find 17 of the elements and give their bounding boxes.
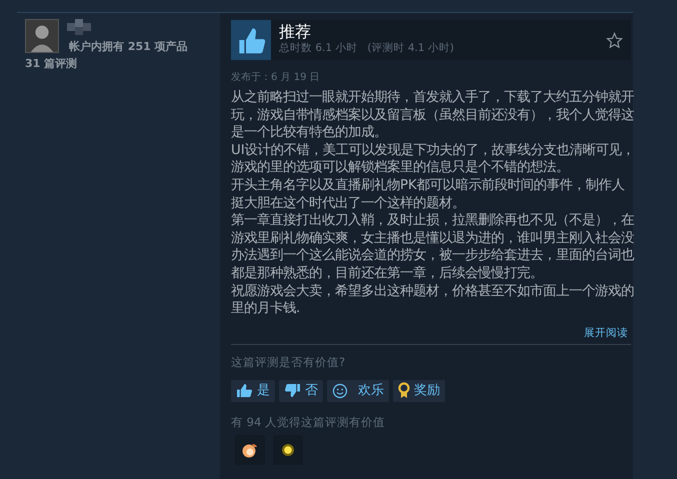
verdict: 推荐 xyxy=(279,23,312,42)
no-button[interactable]: 否 xyxy=(279,380,323,402)
review-count[interactable]: 31 篇评测 xyxy=(25,56,220,72)
review-paragraph: 从之前略扫过一眼就开始期待，首发就入手了，下载了大约五分钟就开玩，游戏自带情感档案以及留言板（虽然目前还没有），我个人觉得这是一个比较有特色的加成。 xyxy=(231,89,635,142)
review-paragraph: 开头主角名字以及直播刷礼物PK都可以暗示前段时间的事件，制作人挺大胆在这个时代出了一个这样的题材。 xyxy=(231,176,626,212)
playtime: 总时数 6.1 小时 (评测时 4.1 小时) xyxy=(279,41,455,56)
yes-button[interactable]: 是 xyxy=(231,380,275,402)
review-paragraph: UI设计的不错，美工可以发现是下功夫的了，故事线分支也清晰可见，游戏的里的选项可以解锁档案里的信息只是个不错的想法。 xyxy=(231,142,635,177)
review-paragraph: 祝愿游戏会大卖，希望多出这种题材，价格甚至不如市面上一个游戏的里的月卡钱. xyxy=(231,282,635,318)
read-more-link[interactable]: 展开阅读 xyxy=(584,326,628,339)
award-button[interactable]: 奖励 xyxy=(393,380,445,402)
funny-button[interactable]: 欢乐 xyxy=(327,380,389,402)
helpful-question: 这篇评测是否有价值? xyxy=(231,354,346,372)
posted-date: 发布于：6 月 19 日 xyxy=(231,71,321,85)
helpful-summary: 有 94 人觉得这篇评测有价值 xyxy=(231,414,386,431)
review-paragraph: 第一章直接打出收刀入鞘，及时止损，拉黑删除再也不见（不是），在游戏里刷礼物确实爽，女主播也是懂以退为进的，谁叫男主刚入社会没办法遇到一个这么能说会道的捞女，被一步步给套进去，里面的台词也都是那种熟悉的，目前还在第一章，后续会慢慢打完。 xyxy=(231,212,635,283)
games-owned[interactable]: 帐户内拥有 251 项产品 xyxy=(69,39,220,56)
